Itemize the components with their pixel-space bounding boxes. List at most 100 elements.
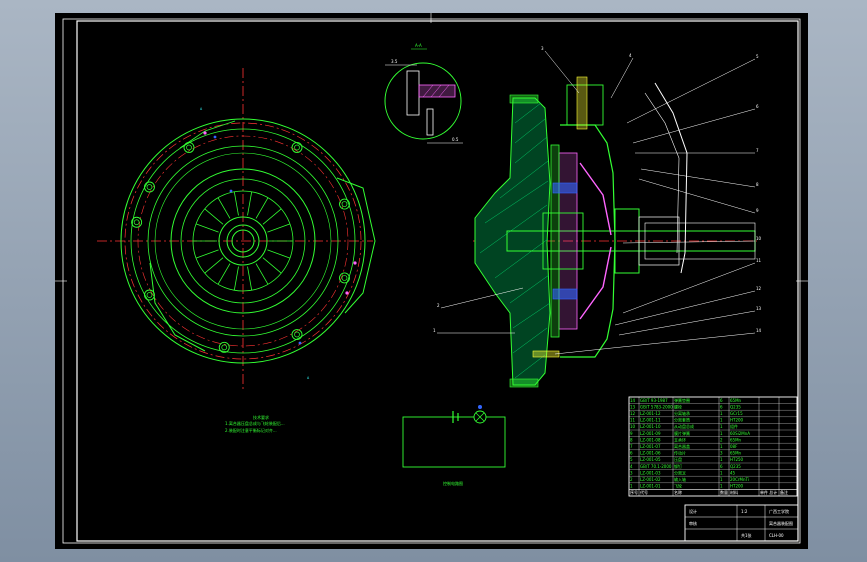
leader-line	[626, 58, 756, 124]
parts-table-cell: LZ-001-09	[640, 431, 661, 436]
parts-table-cell: 1	[720, 411, 723, 416]
parts-table-cell: 7	[630, 444, 633, 449]
parts-table-cell: LZ-001-11	[640, 418, 661, 423]
parts-table-cell: 6	[720, 464, 723, 469]
parts-table-cell: 1	[720, 418, 723, 423]
balance-mark	[353, 261, 357, 265]
notes-title: 技术要求	[253, 414, 269, 420]
part-balloon-number: 13	[756, 306, 762, 311]
part-balloon-number: 8	[756, 182, 759, 187]
parts-table-cell: 8	[630, 437, 633, 442]
spring-finger-line	[217, 197, 231, 219]
parts-table-cell: 11	[630, 418, 636, 423]
spring-finger-line	[262, 208, 282, 225]
part-balloon-number: 7	[756, 148, 759, 153]
parts-table-cell: 4	[630, 464, 633, 469]
detail-dim-1: 3.5	[391, 59, 398, 64]
detail-section-label: A-A	[415, 43, 422, 48]
parts-table-cell: 分离轴承	[674, 410, 690, 416]
parts-table-cell: 3	[630, 470, 633, 475]
damper-spring	[552, 288, 578, 300]
parts-table-cell: 分离叉	[674, 469, 686, 475]
part-balloons: 1234 567891011121314	[433, 46, 762, 333]
bolt-hole-inner	[146, 292, 153, 298]
part-balloon-number: 1	[433, 328, 436, 333]
leader-lines	[437, 50, 756, 355]
leader-line	[554, 332, 756, 355]
technical-notes: 技术要求 1.离合器压盘总成与飞轮装配后... 2.装配时注意平衡标记对齐...	[225, 414, 285, 433]
parts-table-cell: 弹簧垫圈	[674, 397, 690, 403]
parts-table-cell: Q235	[730, 404, 741, 409]
parts-table-cell: GCr15	[730, 411, 743, 416]
parts-table-cell: 组件	[730, 423, 738, 429]
detail-block	[406, 70, 420, 116]
title-drawing-no: CLH-00	[769, 533, 784, 538]
title-company: 广西工学院	[769, 508, 789, 514]
spring-finger-line	[267, 249, 291, 259]
top-bolt	[576, 76, 588, 130]
parts-table-cell: 1	[720, 457, 723, 462]
front-view: A A	[97, 68, 376, 391]
spring-finger-line	[233, 266, 239, 291]
part-balloon-number: 14	[756, 328, 762, 333]
view-label-mark: A	[200, 107, 203, 111]
parts-table-cell: HT200	[730, 484, 744, 489]
parts-table-cell: 分离套筒	[674, 417, 690, 423]
parts-table-cell: 14	[630, 398, 636, 403]
parts-table-cell: 13	[630, 404, 636, 409]
title-checker: 审核	[689, 520, 697, 526]
parts-table-cell: 1	[630, 484, 633, 489]
title-drawing-name: 离合器装配图	[769, 520, 793, 526]
leader-line	[544, 50, 580, 94]
bolt-hole-inner	[146, 184, 153, 190]
parts-table-cell: LZ-001-12	[640, 411, 661, 416]
parts-table-cell: GB/T 93-1987	[640, 398, 668, 403]
spring-finger-line	[195, 249, 219, 259]
parts-table-cell: 膜片弹簧	[674, 430, 690, 436]
section-view: 1234 567891011121314	[433, 46, 762, 388]
part-balloon-number: 6	[756, 104, 759, 109]
bolt-hole	[131, 216, 143, 228]
title-block: 设计 审核 1:2 共1张 广西工学院 离合器装配图 CLH-00	[684, 504, 799, 542]
parts-table-cell: 输入轴	[674, 476, 686, 482]
parts-table-cell: GB/T 70.1-2000	[640, 464, 672, 469]
parts-table-cell: 1	[720, 470, 723, 475]
parts-table-cell: 铆钉	[674, 463, 682, 469]
leader-line	[610, 57, 634, 99]
parts-table-cell: HT200	[730, 418, 744, 423]
parts-table-cell: Q235	[730, 464, 741, 469]
parts-table-cell: LZ-001-07	[640, 444, 661, 449]
part-balloon-number: 10	[756, 236, 762, 241]
bolt-hole-inner	[294, 331, 300, 338]
cad-viewport[interactable]: A A A-A 3.5 0.5 1 2 3 4 5 6 7 8 9 10 11 …	[55, 13, 808, 549]
part-balloon-number: 4	[629, 53, 632, 58]
parts-table-cell: 65Mn	[730, 451, 742, 456]
parts-table-cell: 1	[720, 444, 723, 449]
part-balloon-number: 9	[756, 208, 759, 213]
balance-mark	[298, 341, 302, 345]
balance-mark	[203, 131, 207, 135]
parts-table-cell: 2	[720, 437, 723, 442]
parts-table-cell: 20CrMnTi	[730, 477, 749, 482]
spring-finger-line	[247, 191, 253, 216]
release-fork	[654, 82, 688, 274]
spring-finger-line	[255, 263, 269, 285]
balance-mark	[229, 189, 233, 193]
parts-table-header: 备注	[780, 489, 788, 495]
parts-table-cell: 1	[720, 424, 723, 429]
friction-lining	[550, 144, 560, 338]
bolt-hole-inner	[294, 144, 300, 151]
parts-table-cell: 65Mn	[730, 437, 742, 442]
part-balloon-number: 5	[756, 54, 759, 59]
parts-table-header: 数量	[720, 489, 728, 495]
parts-table-cell: 离合器盖	[674, 443, 690, 449]
parts-table-cell: 传动片	[674, 450, 686, 456]
parts-table-cell: 45	[730, 470, 736, 475]
notes-line-2: 2.装配时注意平衡标记对齐...	[225, 427, 277, 433]
spring-finger-line	[247, 266, 253, 291]
diaphragm-spring	[579, 162, 612, 236]
parts-table-cell: 60Si2MnA	[730, 431, 750, 436]
parts-table-cell: LZ-001-06	[640, 451, 661, 456]
notes-line-1: 1.离合器压盘总成与飞轮装配后...	[225, 420, 285, 426]
parts-table-cell: LZ-001-01	[640, 484, 661, 489]
